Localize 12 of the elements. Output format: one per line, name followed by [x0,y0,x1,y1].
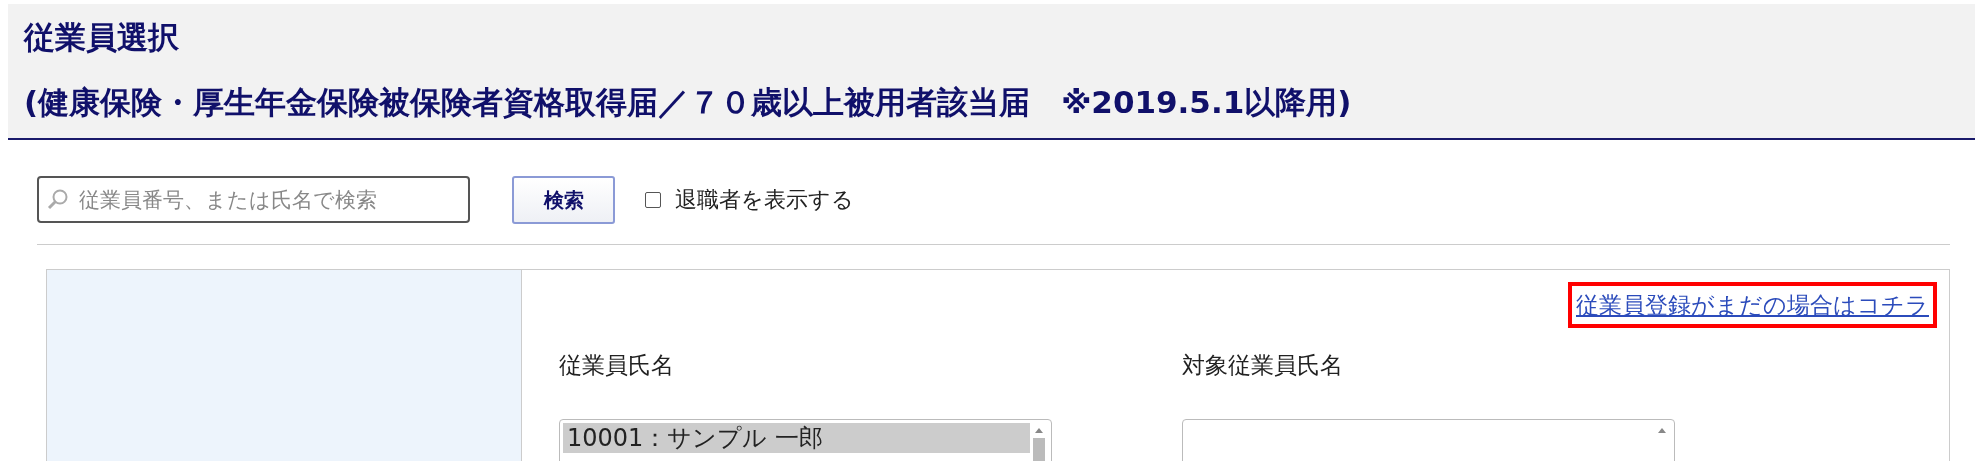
page-subtitle: (健康保険・厚生年金保険被保険者資格取得届／７０歳以上被用者該当届 ※2019.5.1以降用) [24,82,1353,122]
list-item[interactable]: 10001：サンプル 一郎 [563,422,1030,453]
checkbox[interactable] [645,191,661,208]
employee-listbox[interactable]: 10001：サンプル 一郎 [559,418,1052,461]
checkbox-label: 退職者を表示する [675,186,854,214]
search-field[interactable]: 従業員番号、または氏名で検索 [37,176,470,223]
search-button[interactable]: 検索 [512,175,615,224]
page-title: 従業員選択 [24,18,180,57]
list-label: 従業員氏名 [559,351,675,380]
search-icon [47,188,69,210]
list-label: 対象従業員氏名 [1182,351,1344,380]
register-link[interactable]: 従業員登録がまだの場合はコチラ [1568,281,1937,328]
